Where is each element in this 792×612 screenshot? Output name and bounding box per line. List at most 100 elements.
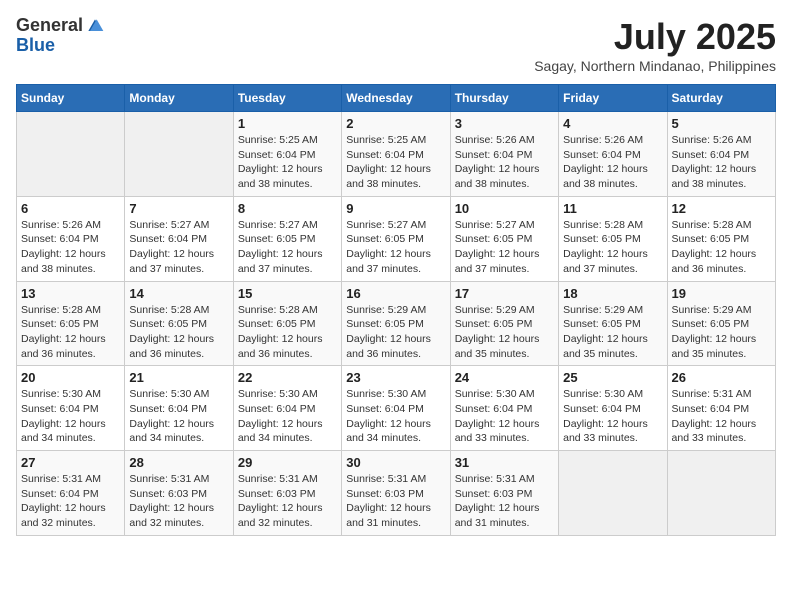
day-number: 27 — [21, 455, 120, 470]
day-number: 15 — [238, 286, 337, 301]
day-info: Sunrise: 5:31 AM Sunset: 6:03 PM Dayligh… — [238, 472, 337, 531]
day-info: Sunrise: 5:30 AM Sunset: 6:04 PM Dayligh… — [455, 387, 554, 446]
calendar-cell: 7 Sunrise: 5:27 AM Sunset: 6:04 PM Daylig… — [125, 196, 233, 281]
day-number: 16 — [346, 286, 445, 301]
day-number: 9 — [346, 201, 445, 216]
day-number: 24 — [455, 370, 554, 385]
day-number: 21 — [129, 370, 228, 385]
weekday-header-monday: Monday — [125, 85, 233, 112]
day-info: Sunrise: 5:26 AM Sunset: 6:04 PM Dayligh… — [563, 133, 662, 192]
location-subtitle: Sagay, Northern Mindanao, Philippines — [534, 58, 776, 74]
day-number: 2 — [346, 116, 445, 131]
page-header: General Blue July 2025 Sagay, Northern M… — [16, 16, 776, 74]
day-info: Sunrise: 5:26 AM Sunset: 6:04 PM Dayligh… — [455, 133, 554, 192]
day-number: 17 — [455, 286, 554, 301]
title-area: July 2025 Sagay, Northern Mindanao, Phil… — [534, 16, 776, 74]
calendar-cell: 14 Sunrise: 5:28 AM Sunset: 6:05 PM Dayli… — [125, 281, 233, 366]
calendar-cell: 15 Sunrise: 5:28 AM Sunset: 6:05 PM Dayli… — [233, 281, 341, 366]
day-number: 6 — [21, 201, 120, 216]
calendar-cell: 21 Sunrise: 5:30 AM Sunset: 6:04 PM Dayli… — [125, 366, 233, 451]
calendar-week-1: 1 Sunrise: 5:25 AM Sunset: 6:04 PM Daylig… — [17, 112, 776, 197]
day-info: Sunrise: 5:30 AM Sunset: 6:04 PM Dayligh… — [238, 387, 337, 446]
calendar-cell: 27 Sunrise: 5:31 AM Sunset: 6:04 PM Dayli… — [17, 451, 125, 536]
day-number: 22 — [238, 370, 337, 385]
day-number: 29 — [238, 455, 337, 470]
calendar-cell — [667, 451, 775, 536]
day-info: Sunrise: 5:28 AM Sunset: 6:05 PM Dayligh… — [129, 303, 228, 362]
calendar-cell: 11 Sunrise: 5:28 AM Sunset: 6:05 PM Dayli… — [559, 196, 667, 281]
day-number: 28 — [129, 455, 228, 470]
day-number: 3 — [455, 116, 554, 131]
day-info: Sunrise: 5:31 AM Sunset: 6:04 PM Dayligh… — [21, 472, 120, 531]
calendar-cell — [125, 112, 233, 197]
day-info: Sunrise: 5:29 AM Sunset: 6:05 PM Dayligh… — [346, 303, 445, 362]
day-info: Sunrise: 5:31 AM Sunset: 6:03 PM Dayligh… — [455, 472, 554, 531]
calendar-cell: 8Sunrise: 5:27 AM Sunset: 6:05 PM Daylig… — [233, 196, 341, 281]
day-number: 11 — [563, 201, 662, 216]
day-number: 13 — [21, 286, 120, 301]
weekday-header-sunday: Sunday — [17, 85, 125, 112]
day-number: 7 — [129, 201, 228, 216]
day-info: Sunrise: 5:29 AM Sunset: 6:05 PM Dayligh… — [563, 303, 662, 362]
calendar-table: SundayMondayTuesdayWednesdayThursdayFrid… — [16, 84, 776, 536]
day-info: Sunrise: 5:27 AM Sunset: 6:04 PM Dayligh… — [129, 218, 228, 277]
calendar-cell: 9 Sunrise: 5:27 AM Sunset: 6:05 PM Daylig… — [342, 196, 450, 281]
day-number: 10 — [455, 201, 554, 216]
logo-icon — [85, 16, 105, 36]
calendar-cell: 18 Sunrise: 5:29 AM Sunset: 6:05 PM Dayli… — [559, 281, 667, 366]
day-number: 4 — [563, 116, 662, 131]
calendar-week-3: 13 Sunrise: 5:28 AM Sunset: 6:05 PM Dayli… — [17, 281, 776, 366]
logo-blue-text: Blue — [16, 36, 105, 56]
day-info: Sunrise: 5:31 AM Sunset: 6:03 PM Dayligh… — [346, 472, 445, 531]
day-info: Sunrise: 5:29 AM Sunset: 6:05 PM Dayligh… — [672, 303, 771, 362]
calendar-cell: 17 Sunrise: 5:29 AM Sunset: 6:05 PM Dayli… — [450, 281, 558, 366]
logo-general-text: General — [16, 16, 83, 36]
day-number: 5 — [672, 116, 771, 131]
calendar-week-2: 6 Sunrise: 5:26 AM Sunset: 6:04 PM Daylig… — [17, 196, 776, 281]
calendar-cell: 23 Sunrise: 5:30 AM Sunset: 6:04 PM Dayli… — [342, 366, 450, 451]
calendar-cell: 25Sunrise: 5:30 AM Sunset: 6:04 PM Dayli… — [559, 366, 667, 451]
day-info: Sunrise: 5:30 AM Sunset: 6:04 PM Dayligh… — [346, 387, 445, 446]
day-info: Sunrise: 5:29 AM Sunset: 6:05 PM Dayligh… — [455, 303, 554, 362]
calendar-week-4: 20 Sunrise: 5:30 AM Sunset: 6:04 PM Dayli… — [17, 366, 776, 451]
weekday-header-tuesday: Tuesday — [233, 85, 341, 112]
day-info: Sunrise: 5:30 AM Sunset: 6:04 PM Dayligh… — [21, 387, 120, 446]
day-info: Sunrise: 5:27 AM Sunset: 6:05 PM Dayligh… — [455, 218, 554, 277]
calendar-week-5: 27 Sunrise: 5:31 AM Sunset: 6:04 PM Dayli… — [17, 451, 776, 536]
calendar-cell: 16 Sunrise: 5:29 AM Sunset: 6:05 PM Dayli… — [342, 281, 450, 366]
day-number: 18 — [563, 286, 662, 301]
day-number: 8 — [238, 201, 337, 216]
day-info: Sunrise: 5:26 AM Sunset: 6:04 PM Dayligh… — [21, 218, 120, 277]
day-number: 1 — [238, 116, 337, 131]
weekday-header-wednesday: Wednesday — [342, 85, 450, 112]
calendar-cell: 19Sunrise: 5:29 AM Sunset: 6:05 PM Dayli… — [667, 281, 775, 366]
day-number: 20 — [21, 370, 120, 385]
day-info: Sunrise: 5:28 AM Sunset: 6:05 PM Dayligh… — [563, 218, 662, 277]
day-info: Sunrise: 5:30 AM Sunset: 6:04 PM Dayligh… — [563, 387, 662, 446]
day-number: 14 — [129, 286, 228, 301]
weekday-header-thursday: Thursday — [450, 85, 558, 112]
calendar-cell: 10 Sunrise: 5:27 AM Sunset: 6:05 PM Dayli… — [450, 196, 558, 281]
calendar-body: 1 Sunrise: 5:25 AM Sunset: 6:04 PM Daylig… — [17, 112, 776, 536]
day-info: Sunrise: 5:27 AM Sunset: 6:05 PM Dayligh… — [346, 218, 445, 277]
weekday-header-friday: Friday — [559, 85, 667, 112]
logo: General Blue — [16, 16, 105, 56]
calendar-cell: 12 Sunrise: 5:28 AM Sunset: 6:05 PM Dayli… — [667, 196, 775, 281]
day-number: 26 — [672, 370, 771, 385]
day-number: 23 — [346, 370, 445, 385]
day-number: 12 — [672, 201, 771, 216]
day-number: 30 — [346, 455, 445, 470]
calendar-cell: 22 Sunrise: 5:30 AM Sunset: 6:04 PM Dayli… — [233, 366, 341, 451]
calendar-cell: 30 Sunrise: 5:31 AM Sunset: 6:03 PM Dayli… — [342, 451, 450, 536]
day-number: 31 — [455, 455, 554, 470]
month-year-title: July 2025 — [534, 16, 776, 58]
day-info: Sunrise: 5:30 AM Sunset: 6:04 PM Dayligh… — [129, 387, 228, 446]
day-info: Sunrise: 5:28 AM Sunset: 6:05 PM Dayligh… — [238, 303, 337, 362]
day-info: Sunrise: 5:28 AM Sunset: 6:05 PM Dayligh… — [21, 303, 120, 362]
day-info: Sunrise: 5:25 AM Sunset: 6:04 PM Dayligh… — [238, 133, 337, 192]
calendar-cell: 2Sunrise: 5:25 AM Sunset: 6:04 PM Daylig… — [342, 112, 450, 197]
calendar-cell: 31 Sunrise: 5:31 AM Sunset: 6:03 PM Dayli… — [450, 451, 558, 536]
calendar-header-row: SundayMondayTuesdayWednesdayThursdayFrid… — [17, 85, 776, 112]
day-info: Sunrise: 5:26 AM Sunset: 6:04 PM Dayligh… — [672, 133, 771, 192]
day-info: Sunrise: 5:28 AM Sunset: 6:05 PM Dayligh… — [672, 218, 771, 277]
